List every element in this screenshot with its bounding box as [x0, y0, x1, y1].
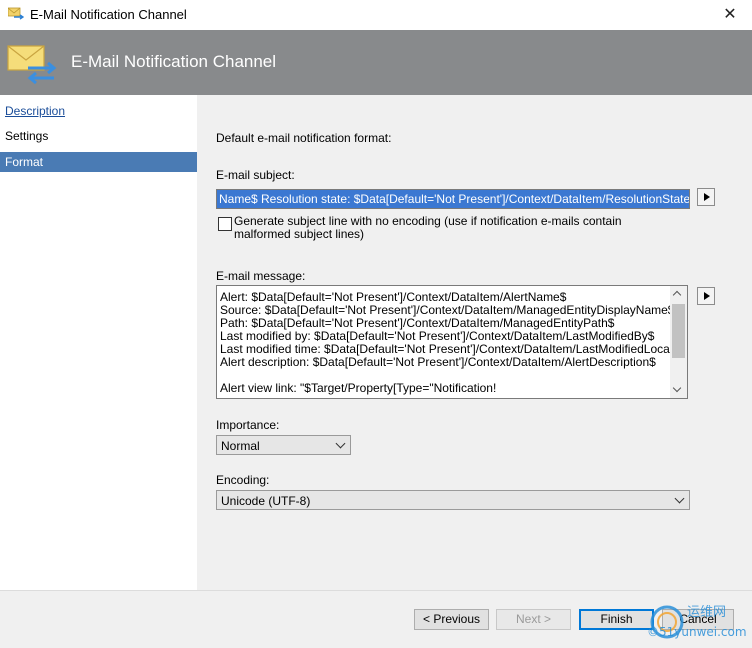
header-title: E-Mail Notification Channel — [71, 52, 277, 71]
message-insert-button[interactable] — [697, 287, 715, 305]
wizard-steps: Description Settings Format — [0, 95, 197, 590]
subject-value: Name$ Resolution state: $Data[Default='N… — [217, 190, 690, 208]
importance-value: Normal — [221, 439, 260, 453]
no-encoding-label: Generate subject line with no encoding (… — [234, 214, 622, 241]
step-description[interactable]: Description — [0, 101, 197, 121]
wizard-header: E-Mail Notification Channel — [0, 30, 752, 95]
subject-label: E-mail subject: — [216, 168, 295, 182]
importance-select[interactable]: Normal — [216, 435, 351, 455]
svg-text:©51yunwei.com: ©51yunwei.com — [647, 625, 747, 639]
wizard-footer: < Previous Next > Finish Cancel — [0, 590, 752, 648]
message-line: Last modified time: $Data[Default='Not P… — [220, 342, 680, 356]
default-format-label: Default e-mail notification format: — [216, 131, 392, 145]
message-line: Last modified by: $Data[Default='Not Pre… — [220, 329, 655, 343]
previous-button[interactable]: < Previous — [414, 609, 489, 630]
step-format[interactable]: Format — [0, 152, 197, 172]
message-line: Alert view link: "$Target/Property[Type=… — [220, 381, 497, 395]
encoding-select[interactable]: Unicode (UTF-8) — [216, 490, 690, 510]
message-line: Source: $Data[Default='Not Present']/Con… — [220, 303, 675, 317]
next-button[interactable]: Next > — [496, 609, 571, 630]
no-encoding-checkbox[interactable] — [218, 217, 232, 231]
message-line: Alert: $Data[Default='Not Present']/Cont… — [220, 290, 567, 304]
format-page: Default e-mail notification format: E-ma… — [197, 95, 752, 590]
chevron-down-icon — [335, 438, 346, 449]
message-line: Alert description: $Data[Default='Not Pr… — [220, 355, 656, 369]
scroll-thumb[interactable] — [672, 304, 685, 358]
message-scrollbar[interactable] — [670, 286, 687, 398]
subject-insert-button[interactable] — [697, 188, 715, 206]
watermark-logo: 运维网 ©51yunwei.com — [647, 605, 747, 639]
finish-button[interactable]: Finish — [579, 609, 654, 630]
close-icon[interactable]: ✕ — [720, 4, 740, 24]
encoding-value: Unicode (UTF-8) — [221, 494, 311, 508]
title-bar: E-Mail Notification Channel ✕ — [0, 0, 752, 30]
encoding-label: Encoding: — [216, 473, 270, 487]
message-label: E-mail message: — [216, 269, 306, 283]
importance-label: Importance: — [216, 418, 280, 432]
mail-notification-icon — [8, 7, 24, 20]
scroll-down-icon[interactable] — [670, 382, 687, 398]
subject-input[interactable]: Name$ Resolution state: $Data[Default='N… — [216, 189, 690, 209]
svg-text:运维网: 运维网 — [687, 605, 726, 620]
message-textarea[interactable]: Alert: $Data[Default='Not Present']/Cont… — [216, 285, 688, 399]
mail-notification-icon — [7, 45, 57, 84]
step-settings[interactable]: Settings — [0, 126, 197, 146]
window-title: E-Mail Notification Channel — [30, 7, 187, 22]
scroll-up-icon[interactable] — [670, 286, 687, 302]
message-line: Path: $Data[Default='Not Present']/Conte… — [220, 316, 615, 330]
chevron-down-icon — [674, 493, 685, 504]
